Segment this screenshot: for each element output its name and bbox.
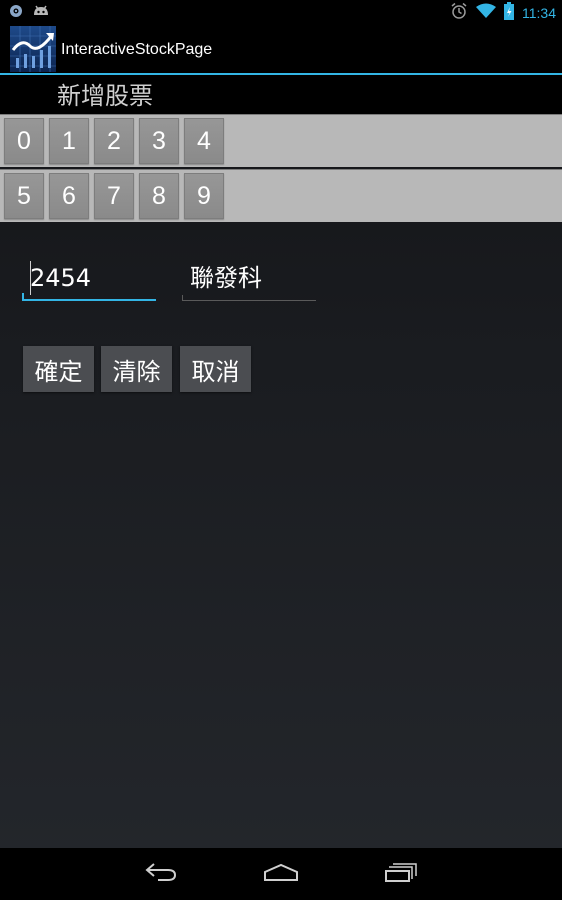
status-bar: 11:34 bbox=[0, 0, 562, 24]
home-button[interactable] bbox=[251, 858, 311, 890]
key-8-button[interactable]: 8 bbox=[139, 173, 179, 219]
key-9-button[interactable]: 9 bbox=[184, 173, 224, 219]
key-6-button[interactable]: 6 bbox=[49, 173, 89, 219]
back-icon bbox=[144, 861, 178, 887]
key-5-button[interactable]: 5 bbox=[4, 173, 44, 219]
screen: 11:34 InteractiveStockPage 新增股票 0 1 2 3 … bbox=[0, 0, 562, 900]
wifi-icon bbox=[476, 3, 496, 23]
back-button[interactable] bbox=[131, 858, 191, 890]
android-icon bbox=[32, 3, 50, 23]
alarm-icon bbox=[450, 2, 468, 24]
status-time: 11:34 bbox=[522, 5, 556, 21]
keypad-row-1: 0 1 2 3 4 bbox=[0, 114, 562, 167]
section-header: 新增股票 bbox=[0, 75, 562, 114]
keypad-row-2: 5 6 7 8 9 bbox=[0, 169, 562, 222]
action-bar: InteractiveStockPage bbox=[0, 24, 562, 74]
page-title: 新增股票 bbox=[57, 82, 153, 110]
key-4-button[interactable]: 4 bbox=[184, 118, 224, 164]
battery-icon bbox=[504, 2, 514, 24]
settings-icon bbox=[8, 3, 24, 23]
navigation-bar bbox=[0, 848, 562, 900]
cancel-button[interactable]: 取消 bbox=[180, 346, 251, 392]
key-1-button[interactable]: 1 bbox=[49, 118, 89, 164]
stock-name-field[interactable]: 聯發科 bbox=[182, 255, 316, 301]
clear-button[interactable]: 清除 bbox=[101, 346, 172, 392]
key-2-button[interactable]: 2 bbox=[94, 118, 134, 164]
confirm-button[interactable]: 確定 bbox=[23, 346, 94, 392]
stock-chart-app-icon[interactable] bbox=[10, 26, 56, 72]
recent-apps-button[interactable] bbox=[371, 858, 431, 890]
key-3-button[interactable]: 3 bbox=[139, 118, 179, 164]
key-0-button[interactable]: 0 bbox=[4, 118, 44, 164]
recent-apps-icon bbox=[384, 861, 418, 887]
app-title: InteractiveStockPage bbox=[61, 41, 213, 58]
key-7-button[interactable]: 7 bbox=[94, 173, 134, 219]
stock-code-input[interactable]: 2454 bbox=[22, 255, 156, 301]
home-icon bbox=[263, 862, 299, 886]
